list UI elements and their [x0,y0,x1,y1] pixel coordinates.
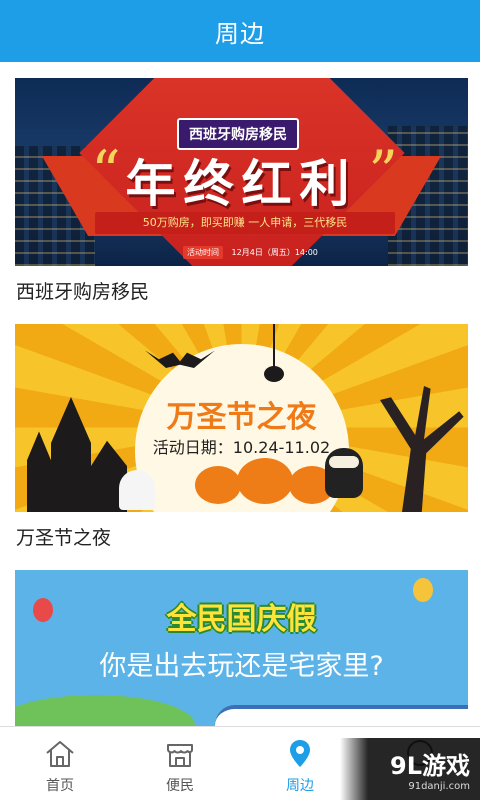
banner-image[interactable]: 西班牙购房移民 “ 年终红利 ” 50万购房，即买即赚 一人申请，三代移民 活动… [15,78,468,266]
tab-label: 周边 [286,778,314,794]
banner-title: 全民国庆假 [166,602,317,637]
nearby-feed[interactable]: 西班牙购房移民 “ 年终红利 ” 50万购房，即买即赚 一人申请，三代移民 活动… [0,62,480,726]
watermark-url: 91danji.com [408,781,470,792]
banner-footer: 活动时间 12月4日（周五）14:00 [183,246,318,259]
tab-convenience[interactable]: 便民 [120,727,240,800]
owl-icon [325,448,363,498]
card-title[interactable]: 西班牙购房移民 [15,278,468,306]
banner-subtitle: 你是出去玩还是宅家里? [99,651,384,682]
watermark-logo: 9L游戏 [390,752,470,780]
event-time: 12月4日（周五）14:00 [231,248,318,257]
banner-title: 万圣节之夜 [166,400,317,435]
activity-card-spain[interactable]: 西班牙购房移民 “ 年终红利 ” 50万购房，即买即赚 一人申请，三代移民 活动… [15,78,468,306]
activity-card-halloween[interactable]: 万圣节之夜 活动日期：10.24-11.02 万圣节之夜 [15,324,468,552]
card-title[interactable]: 万圣节之夜 [15,524,468,552]
ghost-icon [119,470,155,510]
banner-date: 活动日期：10.24-11.02 [152,438,331,457]
pumpkin-icon [195,466,241,504]
home-icon [46,741,74,767]
tab-home[interactable]: 首页 [0,727,120,800]
app-screen: 周边 西班牙购房移民 “ 年终红利 ” 50万购房，即买即赚 一人申请，三代移民… [0,0,480,800]
activity-card-national-day[interactable]: 全民国庆假 你是出去玩还是宅家里? [15,570,468,726]
banner-slogan: 年终红利 [125,155,358,213]
banner-image[interactable]: 万圣节之夜 活动日期：10.24-11.02 [15,324,468,512]
event-logo: 活动时间 [183,246,223,259]
spider-icon [264,324,284,382]
hill-shape [15,695,195,726]
top-bar: 周边 [0,0,480,62]
close-quote-mark: ” [368,138,398,206]
pumpkin-icon [237,458,293,504]
tab-label: 首页 [46,778,74,794]
location-pin-icon [290,740,310,767]
train-icon [215,705,468,726]
shop-icon [167,744,193,767]
banner-subtitle-strip: 50万购房，即买即赚 一人申请，三代移民 [95,212,395,234]
tab-label: 便民 [166,778,194,794]
site-watermark: 9L游戏 91danji.com [340,738,480,800]
banner-image[interactable]: 全民国庆假 你是出去玩还是宅家里? [15,570,468,726]
page-title: 周边 [215,19,265,48]
